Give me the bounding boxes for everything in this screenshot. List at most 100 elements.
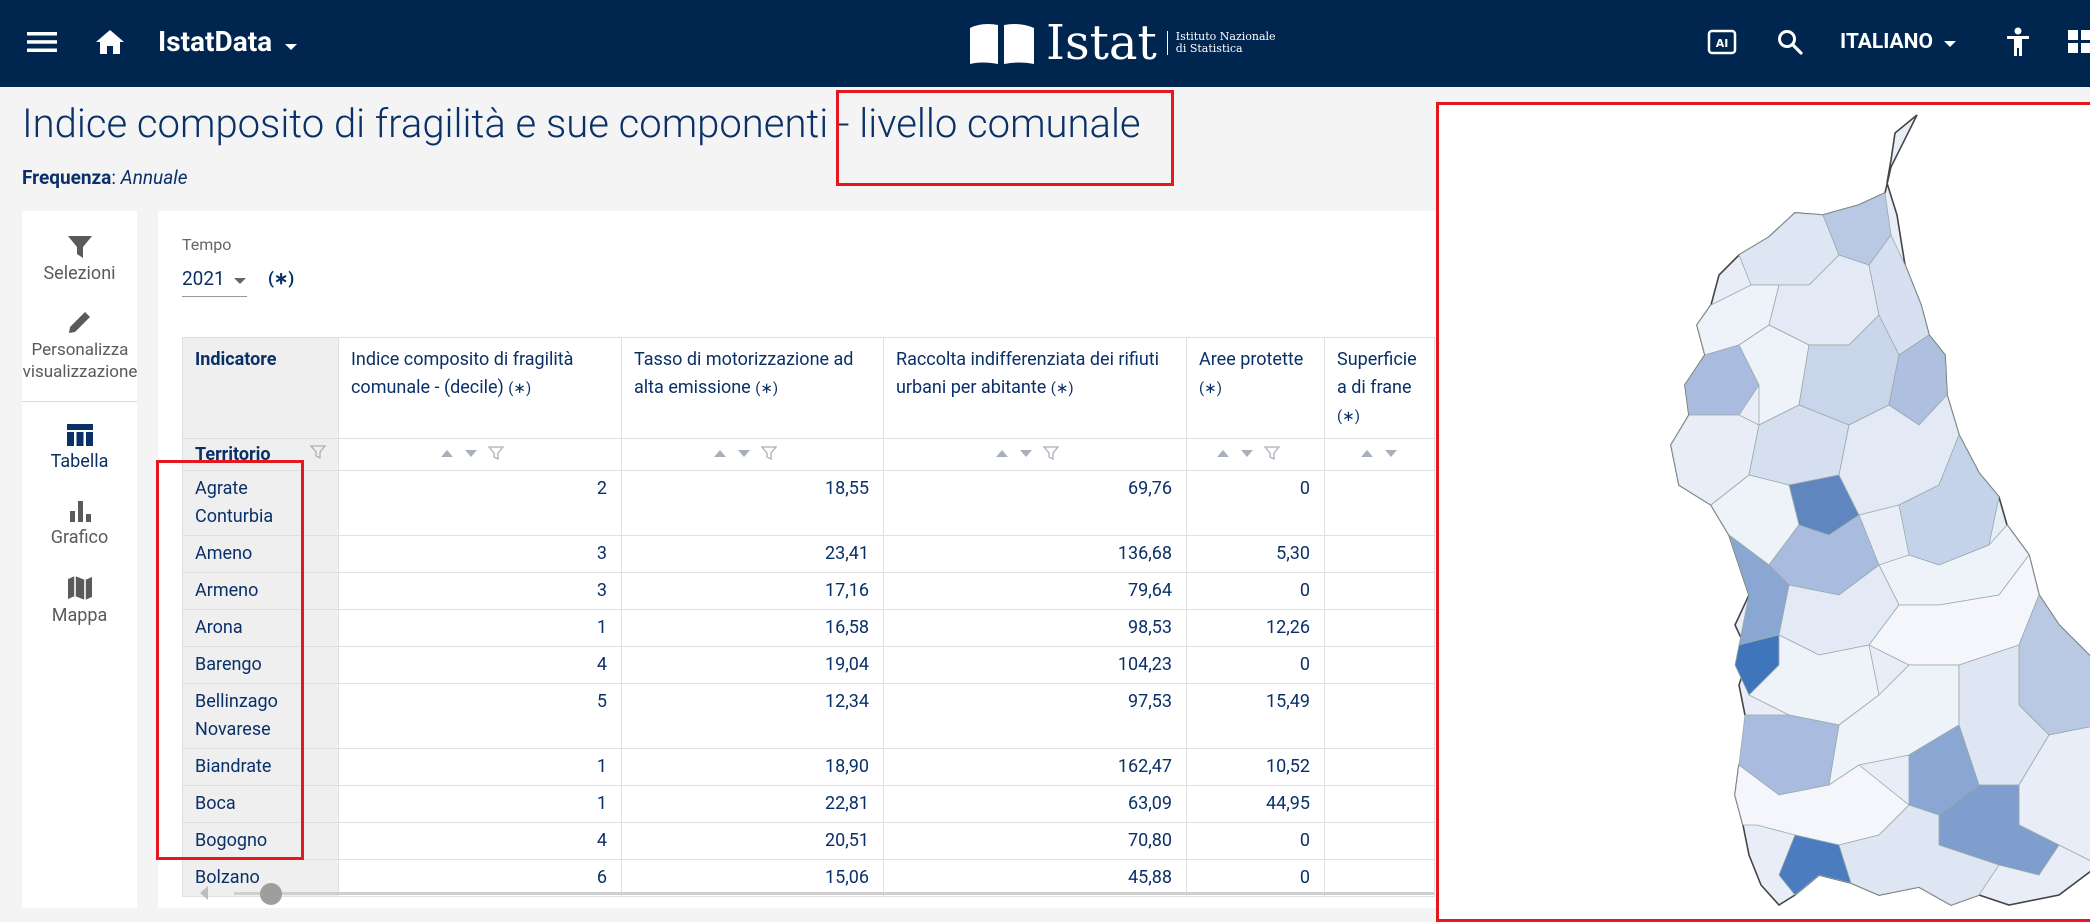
istat-logo[interactable]: Istat Istituto Nazionale di Statistica bbox=[968, 17, 1276, 69]
tempo-select[interactable]: 2021 bbox=[182, 267, 247, 297]
horizontal-scrollbar[interactable] bbox=[198, 883, 1438, 905]
value-cell: 44,95 bbox=[1186, 785, 1325, 823]
value-cell: 70,80 bbox=[883, 822, 1187, 860]
header-label: Tasso di motorizzazione ad alta emission… bbox=[634, 349, 854, 398]
table-row: Biandrate 1 18,90 162,47 10,52 bbox=[182, 748, 1435, 786]
scroll-thumb[interactable] bbox=[260, 883, 282, 905]
column-header[interactable]: Indice composito di fragilità comunale -… bbox=[338, 337, 622, 439]
apps-icon[interactable] bbox=[2066, 22, 2090, 62]
value-cell bbox=[1324, 748, 1435, 786]
ai-icon[interactable]: AI bbox=[1702, 22, 1742, 62]
app-name: IstatData bbox=[158, 25, 273, 58]
column-header[interactable]: Raccolta indifferenziata dei rifiuti urb… bbox=[883, 337, 1187, 439]
sort-filter-icons[interactable] bbox=[708, 445, 798, 461]
column-header[interactable]: Aree protette (∗) bbox=[1186, 337, 1325, 439]
value-cell: 4 bbox=[338, 822, 622, 860]
sidebar-item-tabella[interactable]: Tabella bbox=[22, 423, 137, 473]
column-header[interactable]: Superficie a di frane (∗) bbox=[1324, 337, 1435, 439]
logo-mark-icon bbox=[970, 24, 1034, 64]
value-cell bbox=[1324, 535, 1435, 573]
value-cell: 1 bbox=[338, 609, 622, 647]
table-row: Barengo 4 19,04 104,23 0 bbox=[182, 646, 1435, 684]
sort-controls[interactable] bbox=[338, 438, 622, 471]
value-cell: 98,53 bbox=[883, 609, 1187, 647]
sidebar-item-label: Grafico bbox=[50, 527, 109, 548]
value-cell bbox=[1324, 572, 1435, 610]
value-cell: 12,34 bbox=[621, 683, 884, 749]
value-cell: 23,41 bbox=[621, 535, 884, 573]
data-table: Indicatore Indice composito di fragilità… bbox=[182, 337, 1435, 897]
sidebar-item-mappa[interactable]: Mappa bbox=[22, 575, 137, 627]
frequency-value: Annuale bbox=[120, 166, 188, 189]
table-row: Armeno 3 17,16 79,64 0 bbox=[182, 572, 1435, 610]
logo-text: Istat bbox=[1046, 15, 1157, 71]
chevron-down-icon bbox=[284, 22, 298, 62]
info-marker[interactable]: (∗) bbox=[1337, 407, 1360, 425]
menu-icon[interactable] bbox=[22, 22, 62, 62]
accessibility-icon[interactable] bbox=[1998, 22, 2038, 62]
sort-filter-icons[interactable] bbox=[990, 445, 1080, 461]
value-cell: 5 bbox=[338, 683, 622, 749]
sort-controls[interactable] bbox=[621, 438, 884, 471]
info-marker[interactable]: (∗) bbox=[508, 379, 531, 397]
sort-controls[interactable] bbox=[1186, 438, 1325, 471]
chevron-down-icon bbox=[233, 267, 247, 290]
highlight-box-territory bbox=[156, 460, 304, 860]
value-cell: 19,04 bbox=[621, 646, 884, 684]
value-cell bbox=[1324, 646, 1435, 684]
header-label: Superficie a di frane bbox=[1337, 349, 1417, 398]
value-cell: 63,09 bbox=[883, 785, 1187, 823]
sort-filter-icons[interactable] bbox=[435, 445, 525, 461]
sidebar-divider bbox=[22, 401, 137, 402]
filter-icon[interactable] bbox=[309, 444, 327, 465]
value-cell: 4 bbox=[338, 646, 622, 684]
header-label: Indice composito di fragilità comunale -… bbox=[351, 349, 574, 398]
frequency-label: Frequenza bbox=[22, 166, 112, 189]
sidebar-item-label: Selezioni bbox=[43, 263, 116, 284]
value-cell bbox=[1324, 822, 1435, 860]
value-cell: 18,90 bbox=[621, 748, 884, 786]
value-cell: 3 bbox=[338, 572, 622, 610]
value-cell: 20,51 bbox=[621, 822, 884, 860]
value-cell: 10,52 bbox=[1186, 748, 1325, 786]
choropleth-map[interactable] bbox=[1436, 102, 2090, 922]
sidebar-item-label: Personalizza visualizzazione bbox=[22, 340, 138, 382]
sidebar-item-grafico[interactable]: Grafico bbox=[22, 499, 137, 549]
value-cell: 2 bbox=[338, 470, 622, 536]
tempo-value: 2021 bbox=[182, 267, 225, 290]
value-cell: 136,68 bbox=[883, 535, 1187, 573]
sidebar: Selezioni Personalizza visualizzazione T… bbox=[22, 211, 137, 908]
value-cell: 79,64 bbox=[883, 572, 1187, 610]
table-row: Ameno 3 23,41 136,68 5,30 bbox=[182, 535, 1435, 573]
app-name-dropdown[interactable]: IstatData bbox=[158, 22, 298, 62]
value-cell: 22,81 bbox=[621, 785, 884, 823]
scroll-track[interactable] bbox=[234, 892, 1434, 895]
value-cell: 104,23 bbox=[883, 646, 1187, 684]
value-cell: 97,53 bbox=[883, 683, 1187, 749]
column-header[interactable]: Tasso di motorizzazione ad alta emission… bbox=[621, 337, 884, 439]
sort-icons[interactable] bbox=[1355, 445, 1405, 461]
sort-controls[interactable] bbox=[1324, 438, 1435, 471]
home-icon[interactable] bbox=[90, 22, 130, 62]
table-row: Bellinzago Novarese 5 12,34 97,53 15,49 bbox=[182, 683, 1435, 749]
sidebar-item-selezioni[interactable]: Selezioni bbox=[22, 235, 137, 285]
value-cell bbox=[1324, 470, 1435, 536]
value-cell: 0 bbox=[1186, 572, 1325, 610]
table-icon bbox=[22, 423, 137, 447]
tempo-info-marker[interactable]: (∗) bbox=[268, 269, 294, 289]
sort-controls[interactable] bbox=[883, 438, 1187, 471]
info-marker[interactable]: (∗) bbox=[1199, 379, 1222, 397]
value-cell: 5,30 bbox=[1186, 535, 1325, 573]
sort-filter-icons[interactable] bbox=[1211, 445, 1301, 461]
bar-chart-icon bbox=[22, 499, 137, 523]
info-marker[interactable]: (∗) bbox=[1051, 379, 1074, 397]
scroll-left-icon[interactable] bbox=[198, 885, 210, 905]
table-row: Bogogno 4 20,51 70,80 0 bbox=[182, 822, 1435, 860]
language-select[interactable]: ITALIANO bbox=[1840, 22, 1957, 62]
search-icon[interactable] bbox=[1770, 22, 1810, 62]
sidebar-item-personalizza[interactable]: Personalizza visualizzazione bbox=[22, 309, 137, 383]
province-map[interactable] bbox=[1439, 105, 2090, 922]
value-cell: 16,58 bbox=[621, 609, 884, 647]
info-marker[interactable]: (∗) bbox=[755, 379, 778, 397]
frequency-info: Frequenza: Annuale bbox=[22, 166, 188, 189]
